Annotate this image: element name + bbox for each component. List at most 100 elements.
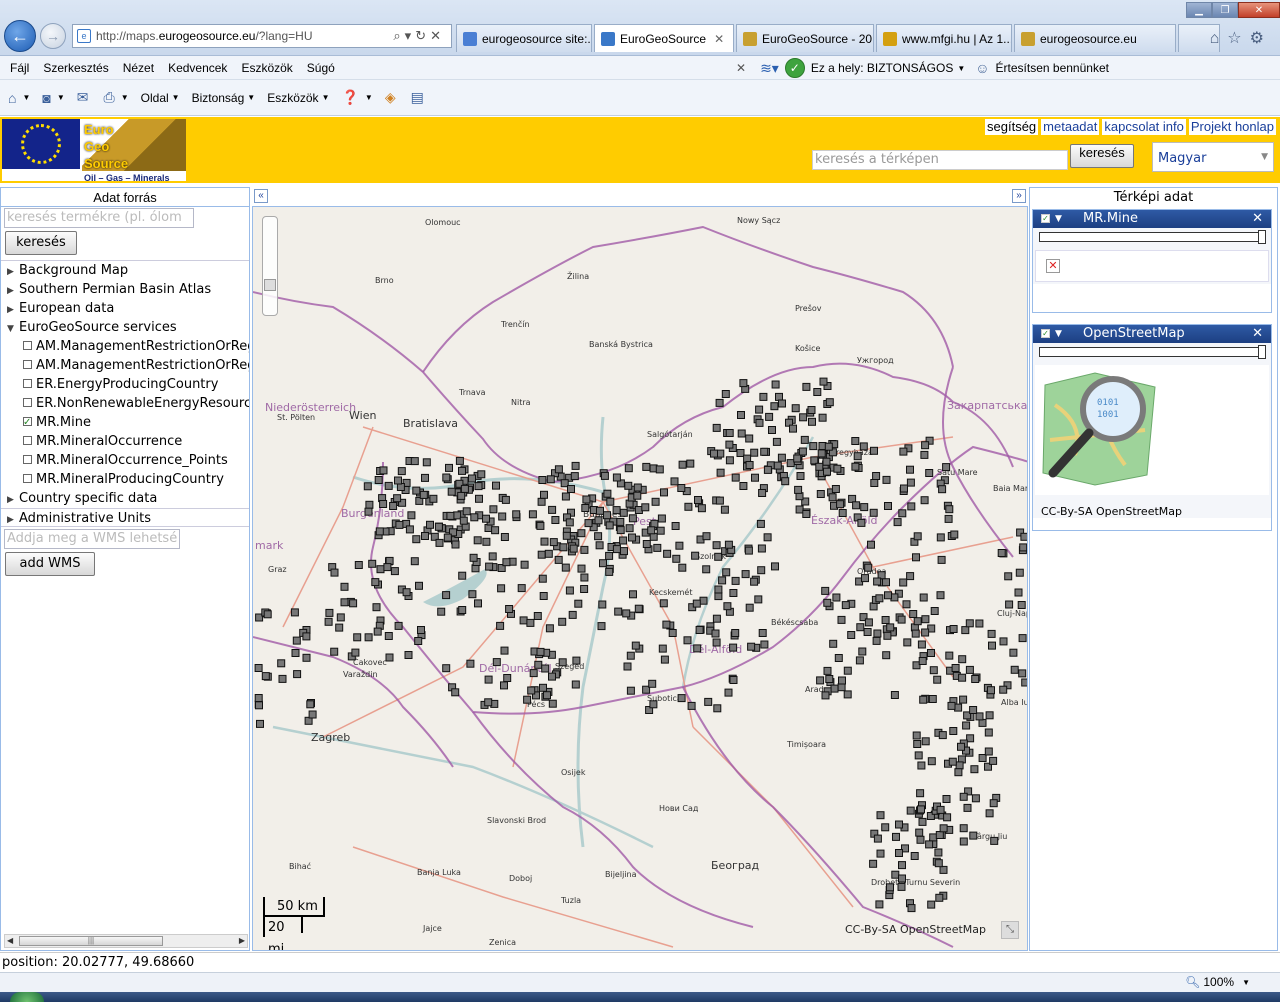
layer-checkbox[interactable] — [23, 398, 32, 407]
service-layer-item[interactable]: MR.MineralOccurrence — [1, 432, 249, 451]
layer-visibility-checkbox[interactable]: ✓ — [1041, 329, 1050, 338]
tools-menu[interactable]: Eszközök ▼ — [267, 91, 329, 105]
layer-checkbox[interactable] — [23, 474, 32, 483]
browser-tab[interactable]: EuroGeoSource ✕ — [594, 24, 734, 52]
close-icon[interactable]: ✕ — [1252, 210, 1263, 228]
tree-node-background-map[interactable]: ▶ Background Map — [1, 261, 249, 280]
expand-triangle-icon[interactable]: ▶ — [7, 511, 19, 526]
layer-checkbox[interactable] — [23, 436, 32, 445]
scroll-left-icon[interactable]: ◀ — [7, 936, 13, 945]
collapse-triangle-icon[interactable]: ▼ — [1055, 210, 1062, 228]
menu-view[interactable]: Nézet — [123, 61, 154, 75]
metadata-link[interactable]: metaadat — [1041, 119, 1100, 135]
add-wms-button[interactable]: add WMS — [5, 552, 95, 576]
start-button[interactable] — [10, 992, 44, 1002]
help-button[interactable]: ❓ ▼ — [341, 89, 372, 106]
menu-file[interactable]: Fájl — [10, 61, 29, 75]
product-search-button[interactable]: keresés — [5, 231, 77, 255]
expand-triangle-icon[interactable]: ▶ — [7, 282, 19, 299]
language-select[interactable]: Magyar ▼ — [1152, 142, 1274, 172]
browser-tab[interactable]: eurogeosource.eu — [1014, 24, 1176, 52]
back-button[interactable]: ← — [4, 20, 36, 52]
collapse-triangle-icon[interactable]: ▼ — [7, 320, 19, 337]
opacity-slider[interactable] — [1039, 345, 1266, 359]
tree-node-eurogeosource-services[interactable]: ▼ EuroGeoSource services — [1, 318, 249, 337]
browser-tab[interactable]: www.mfgi.hu | Az 1... — [876, 24, 1012, 52]
zoom-control[interactable]: 🔍︎ 100% ▼ — [1185, 975, 1250, 989]
maximize-button[interactable]: ❐ — [1212, 2, 1238, 18]
service-layer-item[interactable]: ER.NonRenewableEnergyResource — [1, 394, 249, 413]
left-panel-scrollbar[interactable]: ◀ ||| ▶ — [4, 934, 248, 948]
layer-checkbox[interactable] — [23, 360, 32, 369]
map-search-input[interactable]: keresés a térképen — [812, 150, 1068, 170]
menu-tools[interactable]: Eszközök — [241, 61, 292, 75]
contact-link[interactable]: kapcsolat info — [1102, 119, 1186, 135]
map-viewport[interactable]: Olomouc Nowy Sącz Brno Žilina Prešov Trenčín B… — [252, 206, 1028, 951]
address-tools-icons[interactable]: ⌕▾↻✕ — [393, 28, 445, 44]
service-layer-item[interactable]: AM.ManagementRestrictionOrRegulationZone — [1, 356, 249, 375]
layer-checkbox[interactable] — [23, 379, 32, 388]
collapse-triangle-icon[interactable]: ▼ — [1055, 325, 1062, 343]
notify-label[interactable]: Értesítsen bennünket — [996, 61, 1109, 75]
expand-triangle-icon[interactable]: ▶ — [7, 491, 19, 508]
page-menu[interactable]: Oldal ▼ — [141, 91, 180, 105]
zoom-slider[interactable] — [262, 216, 278, 316]
menu-edit[interactable]: Szerkesztés — [43, 61, 108, 75]
eurogeosource-logo[interactable]: Euro Geo Source Oil – Gas – Minerals — [2, 119, 186, 183]
project-home-link[interactable]: Projekt honlap — [1188, 119, 1276, 135]
security-menu[interactable]: Biztonság ▼ — [192, 91, 256, 105]
service-layer-item[interactable]: MR.Mine — [1, 413, 249, 432]
extension-button[interactable]: ◈ — [385, 89, 399, 106]
security-label[interactable]: Ez a hely: BIZTONSÁGOS — [811, 61, 954, 75]
layer-header[interactable]: ✓ ▼ OpenStreetMap ✕ — [1033, 325, 1271, 343]
layer-header[interactable]: ✓ ▼ MR.Mine ✕ — [1033, 210, 1271, 228]
feeds-button[interactable]: ◙ ▼ — [42, 90, 64, 106]
tree-node-country-specific[interactable]: ▶ Country specific data — [1, 489, 249, 508]
product-search-input[interactable]: keresés termékre (pl. ólom v — [4, 208, 194, 243]
opacity-slider[interactable] — [1039, 230, 1266, 244]
layer-checkbox[interactable] — [23, 341, 32, 350]
close-icon[interactable]: ✕ — [1252, 325, 1263, 343]
expand-overview-icon[interactable]: ⤡ — [1001, 921, 1019, 939]
layer-checkbox[interactable] — [23, 413, 32, 432]
service-layer-item[interactable]: ER.EnergyProducingCountry — [1, 375, 249, 394]
forward-button[interactable]: → — [40, 23, 66, 49]
minimize-button[interactable]: ▁ — [1186, 2, 1212, 18]
scroll-right-icon[interactable]: ▶ — [239, 936, 245, 945]
map-canvas[interactable]: Olomouc Nowy Sącz Brno Žilina Prešov Trenčín B… — [253, 207, 1028, 951]
service-layer-item[interactable]: AM.ManagementRestrictionOrRegulationZone — [1, 337, 249, 356]
collapse-left-panel-button[interactable]: « — [254, 189, 268, 203]
zoom-knob[interactable] — [264, 279, 276, 291]
tree-node-permian-basin[interactable]: ▶ Southern Permian Basin Atlas — [1, 280, 249, 299]
wms-url-input[interactable]: Addja meg a WMS lehetsé — [4, 529, 180, 549]
layer-checkbox[interactable] — [23, 455, 32, 464]
expand-triangle-icon[interactable]: ▶ — [7, 263, 19, 280]
print-button[interactable]: ⎙ ▼ — [104, 89, 129, 106]
research-button[interactable]: ▤ — [411, 89, 427, 106]
expand-triangle-icon[interactable]: ▶ — [7, 301, 19, 318]
menu-help[interactable]: Súgó — [307, 61, 335, 75]
tree-node-administrative-units[interactable]: ▶ Administrative Units — [1, 508, 249, 527]
scroll-thumb[interactable]: ||| — [19, 936, 163, 946]
collapse-right-panel-button[interactable]: » — [1012, 189, 1026, 203]
home-button[interactable]: ⌂ ▼ — [8, 90, 30, 106]
close-bar-icon[interactable]: ✕ — [736, 61, 746, 75]
tree-node-european-data[interactable]: ▶ European data — [1, 299, 249, 318]
service-layer-item[interactable]: MR.MineralOccurrence_Points — [1, 451, 249, 470]
address-bar[interactable]: e http://maps.eurogeosource.eu/?lang=HU … — [72, 24, 452, 48]
tab-close-icon[interactable]: ✕ — [714, 32, 724, 46]
slider-knob[interactable] — [1258, 345, 1266, 359]
menu-favorites[interactable]: Kedvencek — [168, 61, 227, 75]
map-search-button[interactable]: keresés — [1070, 144, 1134, 168]
slider-knob[interactable] — [1258, 230, 1266, 244]
layer-visibility-checkbox[interactable]: ✓ — [1041, 214, 1050, 223]
close-window-button[interactable]: ✕ — [1238, 2, 1280, 18]
mail-button[interactable]: ✉ — [77, 89, 92, 106]
help-link[interactable]: segítség — [985, 119, 1039, 135]
home-favorites-tools-icons[interactable]: ⌂☆⚙ — [1210, 28, 1272, 48]
browser-tab[interactable]: EuroGeoSource - 20... — [736, 24, 874, 52]
dropdown-arrow-icon[interactable]: ▼ — [957, 64, 965, 73]
service-layer-item[interactable]: MR.MineralProducingCountry — [1, 470, 249, 489]
browser-tab[interactable]: eurogeosource site:... — [456, 24, 592, 52]
wifi-icon[interactable]: ≋▾ — [760, 60, 779, 77]
